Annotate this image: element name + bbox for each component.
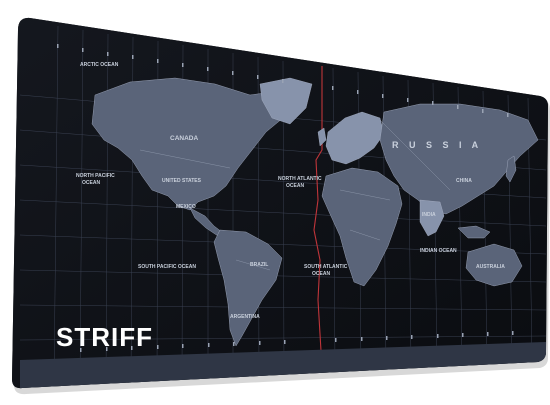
label-australia: AUSTRALIA <box>476 264 505 270</box>
label-north-pacific-ocean: OCEAN <box>82 180 100 186</box>
label-russia: R U S S I A <box>392 140 482 150</box>
label-canada: CANADA <box>170 135 198 142</box>
mousepad-photo: ARCTIC OCEAN CANADA UNITED STATES MEXICO… <box>12 17 550 395</box>
label-indian-ocean: INDIAN OCEAN <box>420 248 457 254</box>
label-south-pacific-ocean: SOUTH PACIFIC OCEAN <box>138 264 196 270</box>
label-north-atlantic: NORTH ATLANTIC <box>278 176 322 182</box>
label-arctic-ocean: ARCTIC OCEAN <box>80 62 119 68</box>
label-south-atlantic: SOUTH ATLANTIC <box>304 264 348 270</box>
label-south-atlantic-ocean: OCEAN <box>312 271 330 277</box>
brand-logo: STRIFF <box>56 322 153 352</box>
label-north-pacific: NORTH PACIFIC <box>76 173 115 179</box>
label-mexico: MEXICO <box>176 204 196 210</box>
label-india: INDIA <box>422 212 436 218</box>
label-united-states: UNITED STATES <box>162 178 202 184</box>
label-north-atlantic-ocean: OCEAN <box>286 183 304 189</box>
label-brazil: BRAZIL <box>250 262 268 268</box>
label-argentina: ARGENTINA <box>230 314 260 320</box>
label-china: CHINA <box>456 178 472 184</box>
